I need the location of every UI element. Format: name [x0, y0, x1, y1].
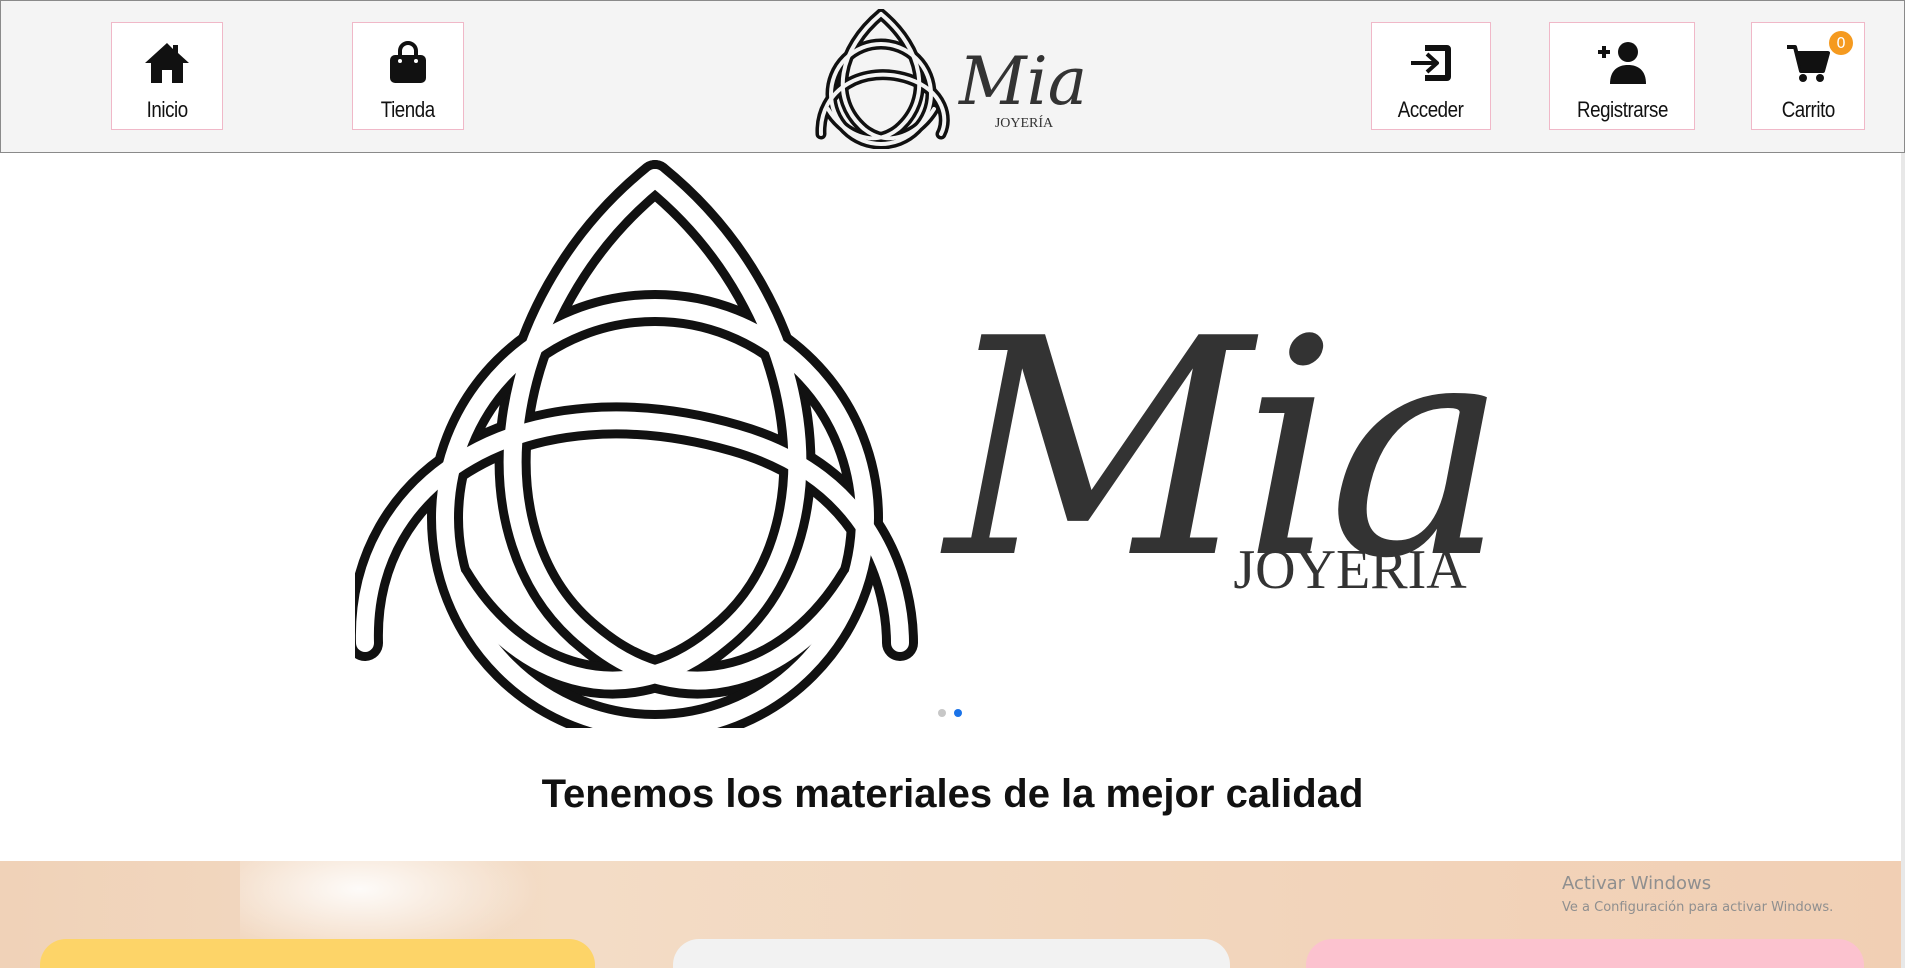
- nav-acceder-button[interactable]: Acceder: [1371, 22, 1491, 130]
- hero-logo-subtitle: JOYERÍA: [1233, 539, 1467, 601]
- nav-carrito-button[interactable]: 0 Carrito: [1751, 22, 1865, 130]
- nav-label: Acceder: [1398, 97, 1464, 122]
- feature-card-3[interactable]: [1306, 939, 1864, 968]
- site-header: Inicio Tienda Mia JOYERÍA Acceder Regist…: [0, 0, 1905, 153]
- nav-label: Carrito: [1781, 97, 1835, 122]
- carousel-indicators: [938, 709, 962, 717]
- carousel-dot-1[interactable]: [938, 709, 946, 717]
- header-logo-name: Mia: [958, 43, 1087, 120]
- nav-label: Inicio: [146, 97, 188, 122]
- feature-card-1[interactable]: [40, 939, 595, 968]
- hero-mia-logo: Mia JOYERÍA: [355, 160, 1507, 728]
- nav-inicio-button[interactable]: Inicio: [111, 22, 223, 130]
- header-mia-logo[interactable]: Mia JOYERÍA: [809, 9, 1099, 149]
- feature-card-2[interactable]: [673, 939, 1230, 968]
- login-icon: [1409, 35, 1453, 91]
- carousel-dot-2[interactable]: [954, 709, 962, 717]
- add-user-icon: [1596, 35, 1648, 91]
- nav-label: Registrarse: [1576, 97, 1668, 122]
- nav-tienda-button[interactable]: Tienda: [352, 22, 464, 130]
- scrollbar-track[interactable]: [1901, 153, 1905, 968]
- watermark-title: Activar Windows: [1562, 873, 1712, 894]
- cart-count-badge: 0: [1829, 31, 1853, 55]
- shopping-bag-icon: [386, 35, 430, 91]
- tagline-heading: Tenemos los materiales de la mejor calid…: [541, 772, 1364, 816]
- home-icon: [143, 35, 191, 91]
- watermark-subtitle: Ve a Configuración para activar Windows.: [1562, 900, 1834, 915]
- header-logo-subtitle: JOYERÍA: [995, 114, 1054, 131]
- cart-icon: 0: [1785, 31, 1853, 91]
- nav-label: Tienda: [381, 97, 435, 122]
- windows-activation-watermark: Activar Windows Ve a Configuración para …: [1562, 873, 1833, 915]
- nav-registrarse-button[interactable]: Registrarse: [1549, 22, 1695, 130]
